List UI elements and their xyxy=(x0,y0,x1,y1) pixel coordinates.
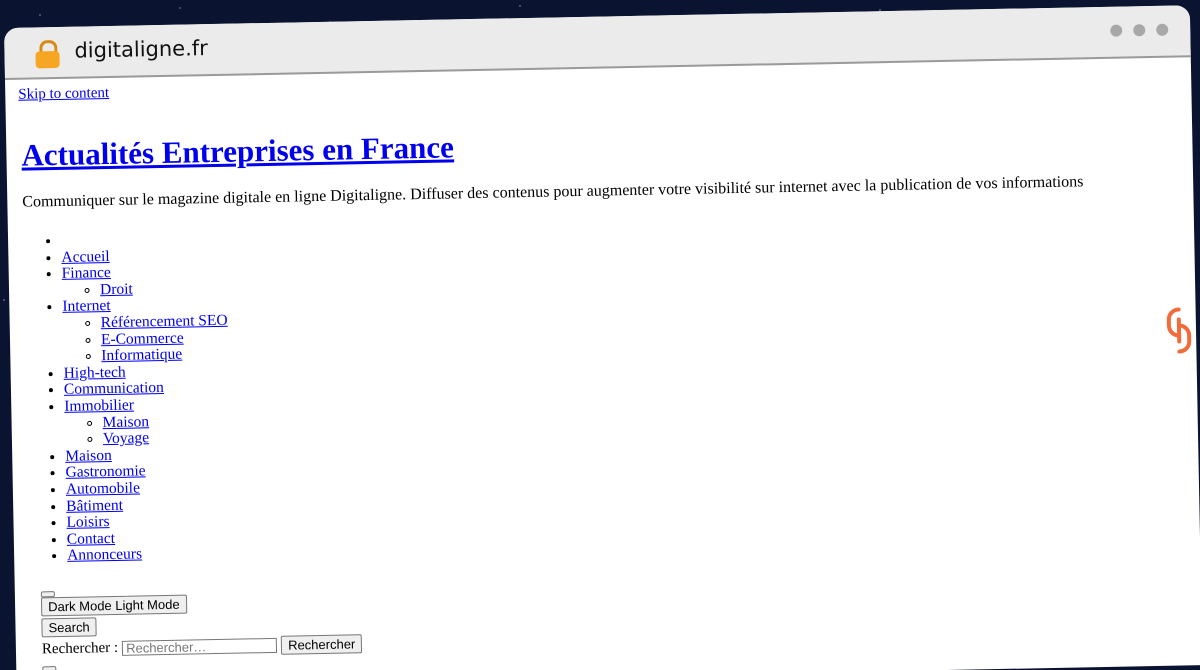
search-submit-button[interactable]: Rechercher xyxy=(280,634,363,655)
menu-link-annonceurs[interactable]: Annonceurs xyxy=(67,546,142,564)
menu-link-ecommerce[interactable]: E-Commerce xyxy=(101,329,184,348)
lock-icon xyxy=(34,39,61,69)
site-tagline: Communiquer sur le magazine digitale en … xyxy=(22,173,1084,211)
page-content: Skip to content Actualités Entreprises e… xyxy=(5,57,1200,670)
domain-label: digitaligne.fr xyxy=(74,36,209,63)
site-title-link[interactable]: Actualités Entreprises en France xyxy=(21,129,454,172)
menu-link-droit[interactable]: Droit xyxy=(100,280,133,298)
menu-link-immobilier[interactable]: Immobilier xyxy=(64,397,134,415)
window-dot-icon[interactable] xyxy=(1110,24,1123,37)
menu-link-high-tech[interactable]: High-tech xyxy=(63,363,125,381)
menu-link-seo[interactable]: Référencement SEO xyxy=(101,312,228,331)
dark-mode-toggle-button[interactable]: Dark Mode Light Mode xyxy=(40,594,187,617)
guestpostlinks-badge: GUESTPOSTLINKS xyxy=(1155,42,1200,361)
menu-link-loisirs[interactable]: Loisirs xyxy=(66,513,109,531)
chain-link-icon xyxy=(1166,307,1192,354)
skip-to-content-link[interactable]: Skip to content xyxy=(18,85,109,104)
site-title: Actualités Entreprises en France xyxy=(21,115,1192,173)
search-form: Rechercher : Rechercher xyxy=(42,617,1200,660)
search-label: Rechercher : xyxy=(41,639,119,658)
close-button[interactable] xyxy=(42,665,57,670)
menu-link-accueil[interactable]: Accueil xyxy=(61,248,110,266)
menu-link-communication[interactable]: Communication xyxy=(64,379,164,398)
menu-link-batiment[interactable]: Bâtiment xyxy=(66,496,123,514)
menu-link-internet[interactable]: Internet xyxy=(62,297,111,315)
search-input[interactable] xyxy=(121,637,278,656)
menu-link-contact[interactable]: Contact xyxy=(67,530,116,548)
menu-link-maison[interactable]: Maison xyxy=(65,447,112,465)
browser-window: digitaligne.fr Skip to content Actualité… xyxy=(4,5,1200,670)
window-controls xyxy=(1110,23,1169,37)
main-menu: Accueil Finance Droit Internet Référence… xyxy=(21,211,1200,565)
menu-link-finance[interactable]: Finance xyxy=(62,264,111,282)
page-controls: Dark Mode Light Mode Search Rechercher :… xyxy=(40,569,1200,670)
menu-link-informatique[interactable]: Informatique xyxy=(101,346,182,365)
window-dot-icon[interactable] xyxy=(1133,24,1146,37)
search-toggle-button[interactable]: Search xyxy=(41,617,97,638)
menu-link-immobilier-maison[interactable]: Maison xyxy=(102,413,149,431)
menu-link-automobile[interactable]: Automobile xyxy=(66,479,140,497)
menu-link-voyage[interactable]: Voyage xyxy=(103,429,150,447)
menu-link-gastronomie[interactable]: Gastronomie xyxy=(65,463,145,482)
window-dot-icon[interactable] xyxy=(1156,23,1169,36)
